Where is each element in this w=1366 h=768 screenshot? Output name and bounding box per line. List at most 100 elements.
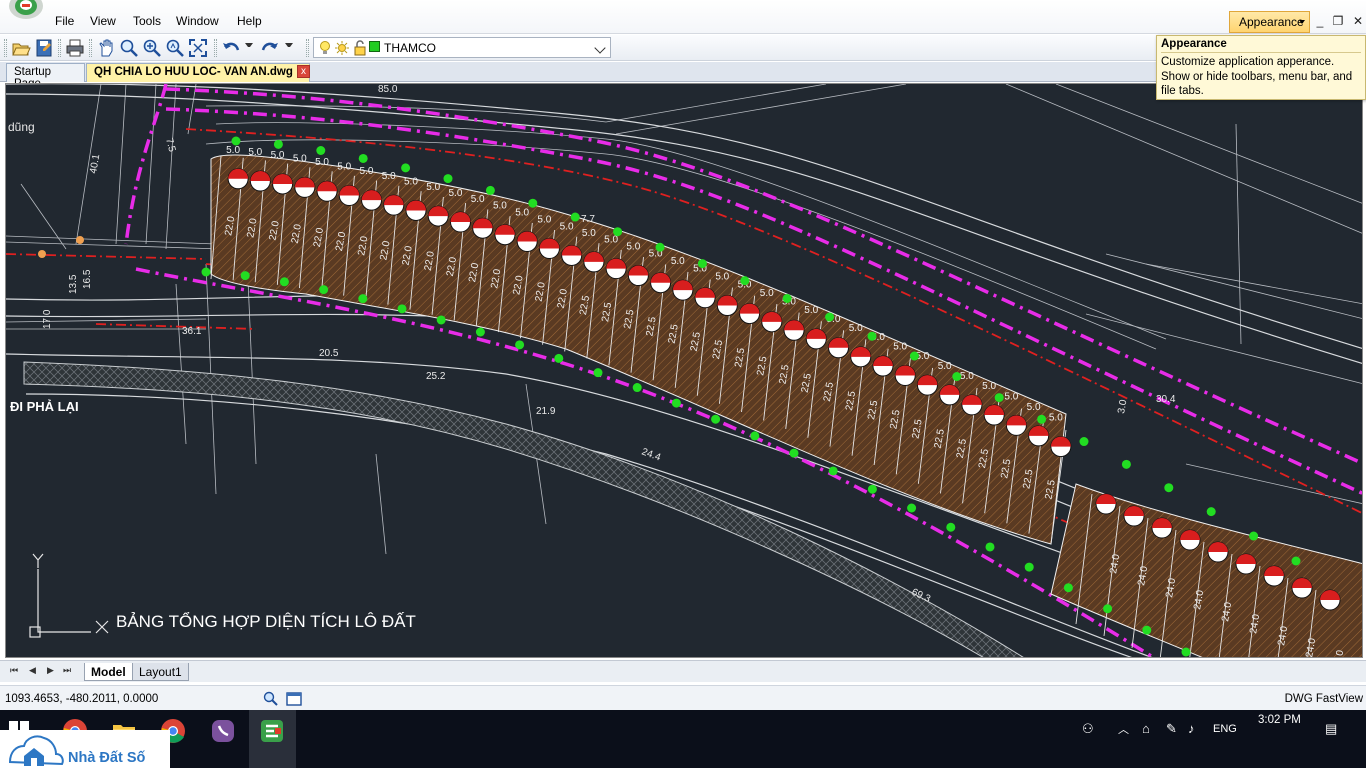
viber-icon[interactable]: [210, 718, 236, 744]
app-logo-icon[interactable]: [4, 0, 44, 24]
zoom-extents-icon[interactable]: [188, 38, 208, 58]
clock-time[interactable]: 3:02 PM: [1258, 714, 1301, 726]
lot-frontage: 5.0: [537, 214, 551, 225]
redo-dropdown-icon[interactable]: [285, 43, 293, 51]
lot-frontage: 5.0: [1004, 391, 1018, 402]
tree-symbol: [443, 174, 453, 184]
appearance-label: Appearance: [1239, 15, 1304, 29]
tab-startup-page[interactable]: Startup Page: [6, 63, 85, 90]
chevron-up-icon[interactable]: ︿: [1118, 721, 1129, 737]
save-icon[interactable]: [34, 38, 54, 58]
menu-tools[interactable]: Tools: [133, 14, 161, 28]
cad-drawing[interactable]: 5.022.05.022.05.022.05.022.05.022.05.022…: [6, 84, 1363, 658]
dim-road-width: 7.5: [163, 137, 177, 154]
undo-dropdown-icon[interactable]: [245, 43, 253, 51]
tree-symbol: [740, 276, 750, 286]
toolbar-grip[interactable]: [4, 39, 7, 57]
tree-symbol: [319, 285, 329, 295]
tree-symbol: [789, 448, 799, 458]
zoom-realtime-icon[interactable]: [165, 38, 185, 58]
tab-model[interactable]: Model: [84, 663, 133, 681]
tab-layout1[interactable]: Layout1: [132, 663, 189, 681]
lot-frontage: 5.0: [382, 171, 396, 182]
toolbar-grip[interactable]: [214, 39, 217, 57]
dim-corner-a: 7.7: [581, 214, 595, 225]
people-icon[interactable]: ⚇: [1082, 721, 1094, 737]
menu-view[interactable]: View: [90, 14, 116, 28]
restore-button[interactable]: ❐: [1330, 13, 1346, 29]
sun-icon[interactable]: [334, 40, 350, 56]
find-icon[interactable]: [263, 691, 279, 707]
tree-symbol: [697, 259, 707, 269]
tree-symbol: [1142, 625, 1152, 635]
lot-frontage: 5.0: [1027, 402, 1041, 413]
road-name-label: ĐI PHẢ LẠI: [10, 399, 79, 414]
next-layout-button[interactable]: ▶: [47, 665, 54, 676]
tree-symbol: [907, 503, 917, 513]
lot-frontage: 5.0: [448, 188, 462, 199]
bulb-icon[interactable]: [318, 40, 332, 56]
menu-window[interactable]: Window: [176, 14, 219, 28]
tree-symbol: [952, 372, 962, 382]
network-icon[interactable]: ⌂: [1142, 721, 1150, 736]
toolbar-grip[interactable]: [89, 39, 92, 57]
notification-icon[interactable]: ▤: [1325, 721, 1337, 737]
speaker-icon[interactable]: ♪: [1188, 721, 1195, 736]
lot-frontage: 5.0: [760, 288, 774, 299]
tree-symbol: [1291, 556, 1301, 566]
language-indicator[interactable]: ENG: [1213, 723, 1237, 735]
ucs-icon: [29, 553, 109, 638]
pen-icon[interactable]: ✎: [1166, 721, 1177, 737]
lot-frontage: 5.0: [226, 145, 240, 156]
print-icon[interactable]: [65, 38, 85, 58]
tree-symbol: [671, 398, 681, 408]
lock-icon[interactable]: [352, 40, 368, 56]
pan-icon[interactable]: [96, 38, 116, 58]
close-button[interactable]: ✕: [1350, 13, 1366, 29]
cursor-coordinates: 1093.4653, -480.2011, 0.0000: [5, 693, 159, 705]
tree-symbol: [946, 522, 956, 532]
close-tab-button[interactable]: x: [297, 65, 310, 78]
dwg-fastview-icon[interactable]: [259, 718, 285, 744]
menu-help[interactable]: Help: [237, 14, 262, 28]
house-logo-icon: [8, 735, 64, 766]
app-window: File View Tools Window Help Appearance _…: [0, 0, 1366, 768]
tree-symbol: [358, 294, 368, 304]
tab-drawing-file[interactable]: QH CHIA LO HUU LOC- VAN AN.dwg: [86, 63, 310, 82]
dim-mid-d: 24.4: [640, 446, 662, 463]
tooltip-title: Appearance: [1161, 38, 1361, 53]
dim-left-d: 17.0: [42, 309, 53, 329]
menu-file[interactable]: File: [55, 14, 74, 28]
first-layout-button[interactable]: ⏮: [10, 665, 18, 676]
taskbar: ⚇ ︿ ⌂ ✎ ♪ ENG 3:02 PM ▤: [0, 710, 1366, 768]
window-icon[interactable]: [286, 691, 302, 707]
dim-corner-b: 3.0: [1116, 398, 1129, 414]
zoom-in-icon[interactable]: [142, 38, 162, 58]
tree-symbol: [1103, 604, 1113, 614]
chevron-down-icon[interactable]: [594, 42, 606, 54]
area-table-title: BẢNG TỔNG HỢP DIỆN TÍCH LÔ ĐẤT: [116, 612, 416, 631]
watermark-logo: Nhà Đất Số: [0, 730, 170, 768]
zoom-window-icon[interactable]: [119, 38, 139, 58]
minimize-button[interactable]: _: [1312, 13, 1328, 29]
lot-frontage: 5.0: [404, 176, 418, 187]
layer-select[interactable]: THAMCO: [313, 37, 611, 58]
tree-symbol: [632, 383, 642, 393]
toolbar-grip[interactable]: [306, 39, 309, 57]
lot-frontage: 5.0: [315, 157, 329, 168]
appearance-button[interactable]: Appearance: [1229, 11, 1310, 33]
lot-frontage: 5.0: [960, 371, 974, 382]
prev-layout-button[interactable]: ◀: [29, 665, 36, 676]
redo-icon[interactable]: [260, 38, 280, 58]
last-layout-button[interactable]: ⏭: [63, 665, 71, 676]
dim-right-a: 30.4: [1156, 394, 1176, 405]
toolbar-grip[interactable]: [58, 39, 61, 57]
lot-frontage: 5.0: [471, 194, 485, 205]
lot-frontage: 5.0: [671, 256, 685, 267]
tree-symbol: [985, 542, 995, 552]
undo-icon[interactable]: [221, 38, 241, 58]
open-icon[interactable]: [11, 38, 31, 58]
tree-symbol: [528, 198, 538, 208]
drawing-canvas[interactable]: 5.0 22.0 5.0 22.0 5.0 22.0 5.0 22.0 5.0 22.0 5.0 22…: [5, 83, 1363, 658]
dim-left-a: 40.1: [88, 153, 102, 175]
